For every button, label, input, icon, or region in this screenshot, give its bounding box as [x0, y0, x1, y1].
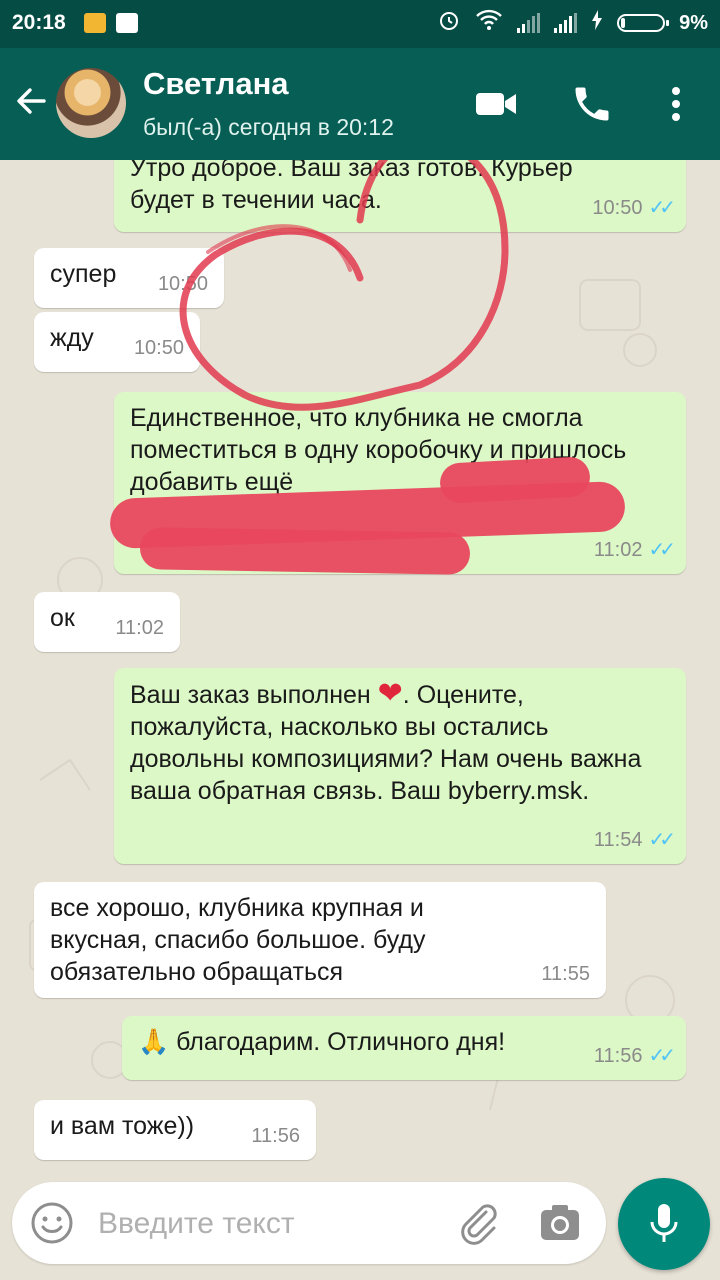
message-meta: 11:56 ✓✓ — [593, 1040, 676, 1072]
message-time: 11:54 — [593, 829, 643, 851]
chat-header: Светлана был(-а) сегодня в 20:12 — [0, 48, 720, 160]
message-time: 11:02 — [593, 539, 643, 561]
message-incoming[interactable]: все хорошо, клубника крупная и вкусная, … — [34, 882, 606, 998]
message-text: супер — [50, 260, 117, 288]
paperclip-icon[interactable] — [456, 1200, 502, 1251]
message-text: ок — [50, 604, 75, 632]
mic-button[interactable] — [618, 1178, 710, 1270]
wifi-icon — [475, 9, 503, 37]
message-text-part: Ваш заказ выполнен — [130, 681, 378, 709]
alarm-icon — [437, 8, 461, 38]
composer — [0, 1170, 720, 1280]
message-outgoing[interactable]: Ваш заказ выполнен ❤. Оцените, пожалуйст… — [114, 668, 686, 864]
message-meta: 11:56 — [251, 1120, 300, 1152]
avatar[interactable] — [56, 68, 126, 138]
message-text-block: Ваш заказ выполнен ❤. Оцените, пожалуйст… — [130, 678, 668, 807]
message-input[interactable] — [96, 1202, 440, 1246]
more-vert-icon[interactable] — [664, 82, 688, 131]
status-time: 20:18 — [12, 11, 66, 34]
message-field[interactable] — [12, 1182, 606, 1264]
message-meta: 11:02 — [115, 612, 164, 644]
message-outgoing[interactable]: Утро доброе. Ваш заказ готов. Курьер буд… — [114, 160, 686, 232]
camera-icon[interactable] — [538, 1202, 582, 1249]
message-text: все хорошо, клубника крупная и вкусная, … — [50, 894, 426, 986]
phone-icon[interactable] — [570, 82, 614, 131]
message-time: 11:02 — [115, 617, 164, 639]
app-notification-icon — [116, 13, 138, 33]
message-time: 10:50 — [133, 337, 184, 359]
status-icons: 9% — [437, 8, 708, 38]
message-meta: 10:50 — [134, 332, 184, 364]
message-incoming[interactable]: ок 11:02 — [34, 592, 180, 652]
read-ticks-icon: ✓✓ — [648, 197, 675, 219]
gmail-notification-icon — [84, 13, 106, 33]
message-text: жду — [50, 324, 94, 352]
message-time: 11:55 — [541, 963, 590, 985]
message-meta: 10:50 ✓✓ — [592, 192, 675, 224]
message-meta: 10:50 — [158, 268, 208, 300]
message-time: 11:56 — [251, 1125, 300, 1147]
status-bar: 20:18 9% — [0, 0, 720, 48]
message-text: и вам тоже)) — [50, 1112, 195, 1140]
read-ticks-icon: ✓✓ — [648, 1045, 675, 1067]
signal-2-icon — [554, 13, 578, 33]
charging-icon — [591, 10, 603, 36]
signal-1-icon — [517, 13, 541, 33]
message-incoming[interactable]: супер 10:50 — [34, 248, 224, 308]
message-incoming[interactable]: и вам тоже)) 11:56 — [34, 1100, 316, 1160]
mic-icon — [648, 1202, 680, 1251]
message-incoming[interactable]: жду 10:50 — [34, 312, 200, 372]
chat-area[interactable]: Утро доброе. Ваш заказ готов. Курьер буд… — [0, 160, 720, 1170]
message-meta: 11:02 ✓✓ — [593, 534, 676, 566]
battery-fill — [621, 18, 626, 28]
emoji-icon[interactable] — [30, 1201, 74, 1250]
arrow-left-icon[interactable] — [14, 84, 48, 125]
red-heart-icon: ❤ — [377, 677, 403, 710]
last-seen-status[interactable]: был(-а) сегодня в 20:12 — [143, 114, 394, 141]
message-outgoing[interactable]: 🙏 благодарим. Отличного дня! 11:56 ✓✓ — [122, 1016, 686, 1080]
message-text: благодарим. Отличного дня! — [176, 1028, 506, 1056]
read-ticks-icon: ✓✓ — [648, 539, 675, 561]
message-time: 10:50 — [157, 273, 208, 295]
contact-name[interactable]: Светлана — [143, 66, 289, 102]
message-time: 11:56 — [593, 1045, 643, 1067]
message-meta: 11:55 — [541, 958, 590, 990]
folded-hands-icon: 🙏 — [138, 1028, 170, 1056]
battery-icon — [617, 14, 670, 32]
message-meta: 11:54 ✓✓ — [593, 824, 676, 856]
read-ticks-icon: ✓✓ — [648, 829, 675, 851]
video-camera-icon[interactable] — [474, 82, 518, 131]
message-text: Утро доброе. Ваш заказ готов. Курьер буд… — [130, 160, 573, 214]
battery-percent: 9% — [679, 11, 708, 34]
message-time: 10:50 — [592, 197, 643, 219]
